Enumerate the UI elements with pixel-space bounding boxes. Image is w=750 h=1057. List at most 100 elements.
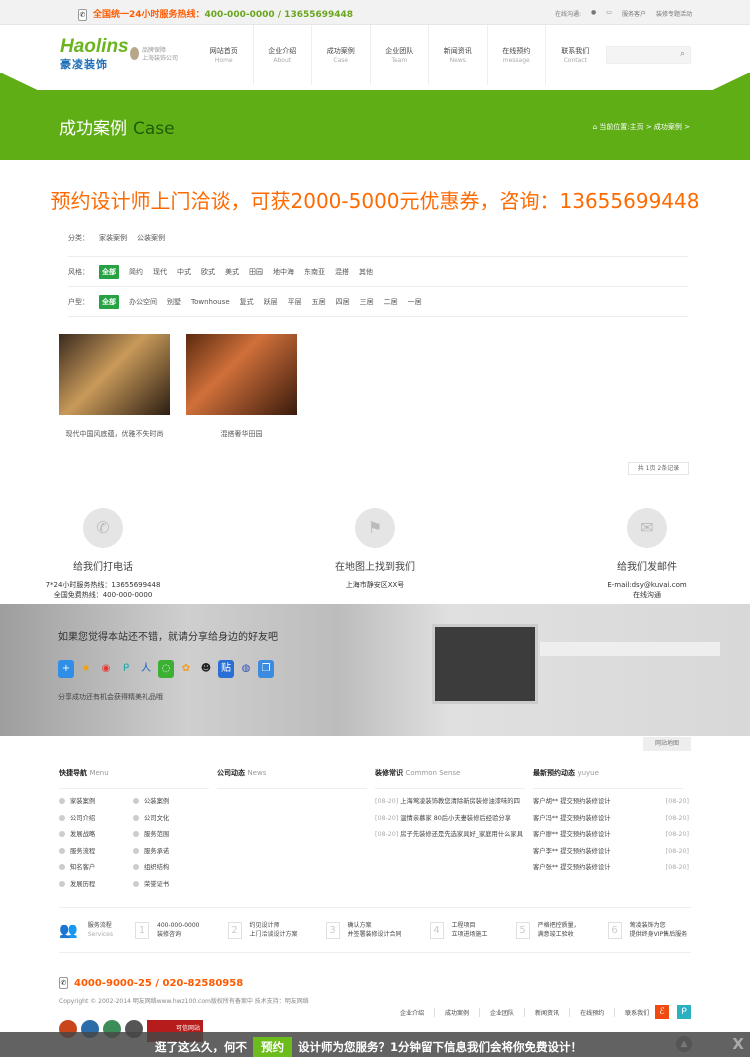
filter-label: 风格： (68, 267, 89, 276)
service-step: 6 莺凌装饰为您 提供终身VIP售后服务 (607, 921, 687, 939)
case-caption[interactable]: 混搭奢华田园 (186, 429, 297, 439)
logo[interactable]: Haolins 豪凌装饰 (60, 37, 129, 74)
nav-case[interactable]: 成功案例 Case (312, 25, 371, 85)
nav-message[interactable]: 在线预约 message (488, 25, 546, 85)
filter-option[interactable]: 简约 (129, 267, 143, 277)
link-text: 家装案例 (70, 798, 96, 805)
baidu-icon[interactable]: ◍ (238, 660, 254, 678)
filter-option[interactable]: 其他 (359, 267, 373, 277)
filter-label: 户型： (68, 297, 89, 306)
filter-option-active[interactable]: 全部 (99, 264, 119, 279)
footer-link[interactable]: 家装案例 (59, 794, 133, 811)
bullet-icon (133, 847, 139, 854)
booking-bar-text: 逛了这么久，何不 预约 设计师为您服务？1分钟留下信息我们会将你免费设计！ (155, 1037, 582, 1057)
footer-link[interactable]: 成功案例 (435, 1008, 481, 1017)
weibo-icon[interactable]: ℰ (655, 1005, 669, 1019)
booking-date: [08-20] (665, 831, 689, 839)
service-step: 3 确认方案 并签署装修设计合同 (325, 921, 402, 939)
footer-link[interactable]: 企业介绍 (390, 1008, 436, 1017)
close-button[interactable]: X (732, 1035, 744, 1053)
footer-link[interactable]: 公装案例 (133, 794, 207, 811)
renren-icon[interactable]: 人 (138, 660, 154, 678)
case-caption[interactable]: 现代中国风底蕴，优雅不失时尚 (59, 429, 170, 439)
nav-news[interactable]: 新闻资讯 News (429, 25, 488, 85)
article-date: [08-20] (375, 831, 399, 839)
article-link[interactable]: [08-20] 房子先装修还是先选家具好_家庭用什么家具 (375, 827, 525, 844)
footer-link[interactable]: 服务承诺 (133, 844, 207, 861)
footer-link[interactable]: 联系我们 (615, 1008, 659, 1017)
filter-option[interactable]: 混搭 (335, 267, 349, 277)
case-card[interactable]: 混搭奢华田园 (186, 334, 297, 439)
footer-link[interactable]: 在线预约 (570, 1008, 616, 1017)
filter-option[interactable]: 平层 (288, 297, 302, 307)
share-more-icon[interactable]: + (58, 660, 74, 678)
tencent-weibo-icon[interactable]: ᑭ (118, 660, 134, 678)
booking-date: [08-20] (665, 798, 689, 805)
sitemap-tab[interactable]: 网站地图 (643, 737, 691, 751)
article-link[interactable]: [08-20] 上海莺凌装饰教您清除新房装修油漆味的四 (375, 794, 525, 811)
footer-link[interactable]: 公司文化 (133, 811, 207, 828)
footer-link[interactable]: 公司介绍 (59, 811, 133, 828)
nav-about[interactable]: 企业介绍 About (254, 25, 312, 85)
contact-line: 全国免费热线：400-000-0000 (53, 591, 153, 599)
book-button[interactable]: 预约 (253, 1037, 292, 1057)
case-image[interactable] (186, 334, 297, 415)
footer-link[interactable]: 发展历程 (59, 877, 133, 894)
nav-home[interactable]: 网站首页 Home (195, 25, 254, 85)
footer-link[interactable]: 服务流程 (59, 844, 133, 861)
filter-option[interactable]: 复式 (240, 297, 254, 307)
footer-link[interactable]: 发展战略 (59, 827, 133, 844)
filter-option[interactable]: 东南亚 (304, 267, 325, 277)
footer-link[interactable]: 知名客户 (59, 860, 133, 877)
qzone-icon[interactable]: ★ (78, 660, 94, 678)
nav-contact[interactable]: 联系我们 Contact (546, 25, 605, 85)
online-chat-link[interactable]: 在线沟通 (547, 590, 747, 600)
filter-option[interactable]: 跃层 (264, 297, 278, 307)
copy-icon[interactable]: ❐ (258, 660, 274, 678)
case-image[interactable] (59, 334, 170, 415)
footer-link[interactable]: 荣誉证书 (133, 877, 207, 894)
filter-option[interactable]: 别墅 (167, 297, 181, 307)
tencent-weibo-icon[interactable]: ᑭ (677, 1005, 691, 1019)
special-link[interactable]: 装修专题活动 (656, 9, 692, 18)
article-link[interactable]: [08-20] 温情亲慕家 80后小夫妻装修后经验分享 (375, 811, 525, 828)
filter-option[interactable]: 中式 (177, 267, 191, 277)
footer-link[interactable]: 服务范围 (133, 827, 207, 844)
tieba-icon[interactable]: 贴 (218, 660, 234, 678)
filter-option[interactable]: 田园 (249, 267, 263, 277)
contact-map: ⚑ 在地图上找到我们 上海市静安区XX号 (275, 508, 475, 590)
footer-link[interactable]: 新闻资讯 (525, 1008, 571, 1017)
kaixin-icon[interactable]: ✿ (178, 660, 194, 678)
filter-option[interactable]: 五居 (312, 297, 326, 307)
filter-option[interactable]: Townhouse (191, 298, 230, 306)
filter-option[interactable]: 美式 (225, 267, 239, 277)
services-heading: 👥 服务流程 Services (59, 921, 113, 939)
footer-link[interactable]: 企业团队 (480, 1008, 526, 1017)
case-card[interactable]: 现代中国风底蕴，优雅不失时尚 (59, 334, 170, 439)
filter-option[interactable]: 二居 (384, 297, 398, 307)
filter-option[interactable]: 欧式 (201, 267, 215, 277)
footer-phone-number: 4000-9000-25 / 020-82580958 (74, 978, 244, 989)
weibo-icon[interactable]: ◉ (98, 660, 114, 678)
filter-option[interactable]: 四居 (336, 297, 350, 307)
chat-icon[interactable]: ▭ (606, 9, 612, 18)
service-link[interactable]: 服务客户 (622, 9, 646, 18)
search-input[interactable]: ⌕ (606, 46, 691, 64)
filter-option[interactable]: 办公空间 (129, 297, 157, 307)
footer-link[interactable]: 组织结构 (133, 860, 207, 877)
filter-option[interactable]: 现代 (153, 267, 167, 277)
filter-option[interactable]: 地中海 (273, 267, 294, 277)
search-icon[interactable]: ⌕ (680, 49, 685, 59)
qq-icon[interactable]: ● (591, 9, 596, 18)
breadcrumb-text[interactable]: 当前位置:主页 > 成功案例 > (599, 123, 690, 131)
filter-option-active[interactable]: 全部 (99, 294, 119, 309)
filter-option[interactable]: 三居 (360, 297, 374, 307)
hotline-number: 400-000-0000 / 13655699448 (204, 10, 354, 20)
qq-icon[interactable]: ☻ (198, 660, 214, 678)
scroll-top-icon[interactable]: ▲ (676, 1036, 692, 1052)
nav-team[interactable]: 企业团队 Team (371, 25, 429, 85)
wechat-icon[interactable]: ◌ (158, 660, 174, 678)
filter-option[interactable]: 一居 (408, 297, 422, 307)
tv-decoration (432, 624, 538, 704)
online-chat-link[interactable]: 在线沟通: (555, 9, 581, 18)
